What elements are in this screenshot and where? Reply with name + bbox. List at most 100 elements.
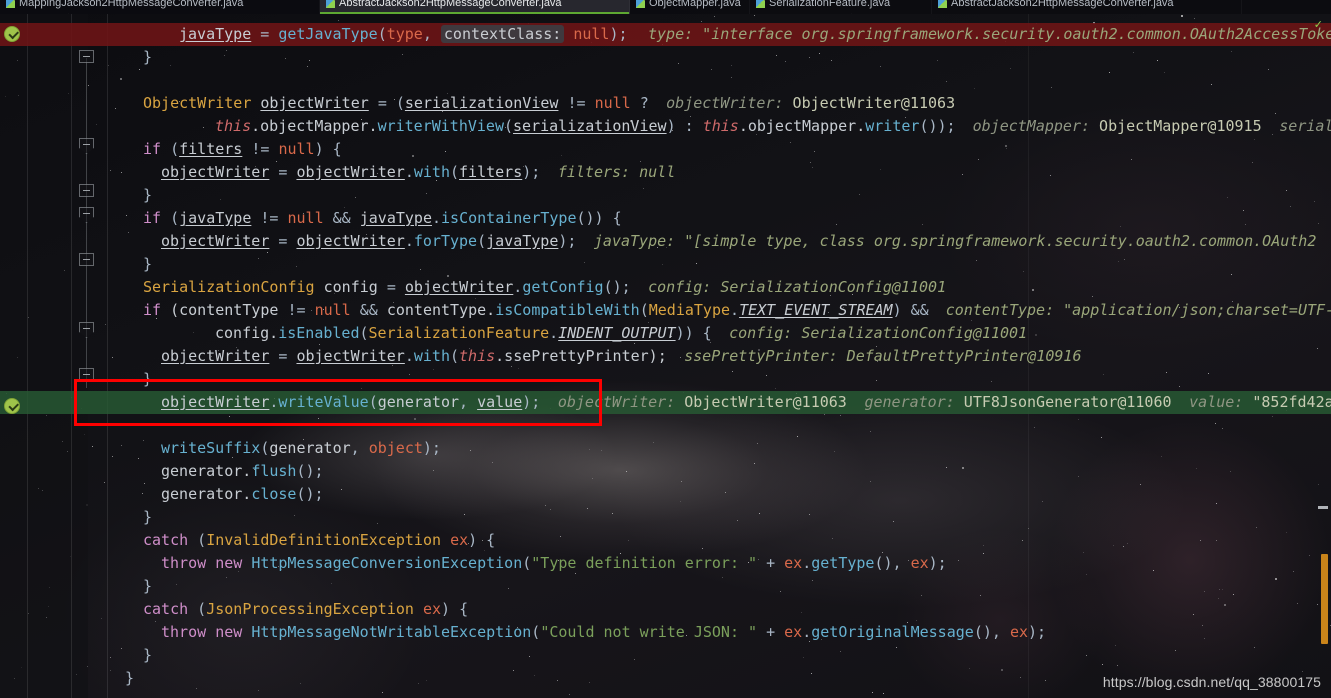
inline-debug-hint[interactable]: config: SerializationConfig@11001 (648, 276, 946, 299)
inline-debug-hint[interactable]: config: SerializationConfig@11001 (729, 322, 1027, 345)
code-line[interactable]: if (contentType != null && contentType.i… (0, 299, 1331, 322)
code-line[interactable]: } (0, 506, 1331, 529)
code-token: } (125, 669, 135, 687)
code-token: if (143, 209, 162, 227)
code-line[interactable]: objectWriter = objectWriter.forType(java… (0, 230, 1331, 253)
inline-hint-value: null (630, 163, 676, 181)
code-token: . (404, 347, 414, 365)
code-line[interactable]: objectWriter.writeValue(generator, value… (0, 391, 1331, 414)
code-line-text: catch (JsonProcessingException ex) { (143, 598, 468, 621)
editor-tab-3[interactable]: SerializationFeature.java (750, 0, 932, 14)
code-line[interactable]: } (0, 253, 1331, 276)
verified-breakpoint-check-icon[interactable] (4, 26, 20, 42)
code-line[interactable]: throw new HttpMessageNotWritableExceptio… (0, 621, 1331, 644)
code-fold-marker-icon[interactable] (79, 184, 94, 197)
code-line[interactable]: this.objectMapper.writerWithView(seriali… (0, 115, 1331, 138)
code-token: serializationView (513, 117, 667, 135)
code-line[interactable]: SerializationConfig config = objectWrite… (0, 276, 1331, 299)
inline-debug-hint[interactable]: objectMapper: ObjectMapper@10915 (973, 115, 1262, 138)
inline-hint-value: "interface org.springframework.security.… (693, 25, 1331, 43)
code-line[interactable]: } (0, 184, 1331, 207)
code-fold-marker-icon[interactable] (79, 368, 94, 381)
code-token: . (404, 163, 414, 181)
code-token: ( (531, 623, 541, 641)
inline-debug-hint[interactable]: type: "interface org.springframework.sec… (648, 23, 1331, 46)
code-token: ex (784, 554, 803, 572)
code-token: generator. (161, 485, 252, 503)
code-token: new (215, 623, 243, 641)
code-line[interactable]: config.isEnabled(SerializationFeature.IN… (0, 322, 1331, 345)
editor-tab-1[interactable]: AbstractJackson2HttpMessageConverter.jav… (320, 0, 630, 14)
code-line[interactable] (0, 69, 1331, 92)
code-token: writeValue (278, 393, 369, 411)
code-token: && (359, 301, 378, 319)
code-line[interactable]: } (0, 575, 1331, 598)
code-line[interactable]: writeSuffix(generator, object); (0, 437, 1331, 460)
code-token: filters (179, 140, 243, 158)
verified-breakpoint-check-icon[interactable] (4, 398, 20, 414)
code-token: ( (377, 25, 387, 43)
code-line[interactable]: if (filters != null) { (0, 138, 1331, 161)
code-line[interactable]: ObjectWriter objectWriter = (serializati… (0, 92, 1331, 115)
inline-debug-hint[interactable]: generator: UTF8JsonGenerator@11060 (864, 391, 1171, 414)
editor-tab-4[interactable]: AbstractJackson2HttpMessageConverter.jav… (932, 0, 1242, 14)
code-line[interactable]: } (0, 368, 1331, 391)
editor-tab-2[interactable]: ObjectMapper.java (630, 0, 750, 14)
code-token: javaType (486, 232, 559, 250)
error-stripe-mark[interactable] (1318, 506, 1328, 509)
code-token: objectWriter (296, 163, 405, 181)
code-line[interactable]: if (javaType != null && javaType.isConta… (0, 207, 1331, 230)
inspection-status-icon[interactable]: ✓ (1314, 18, 1323, 31)
code-line[interactable]: generator.close(); (0, 483, 1331, 506)
editor-tab-0[interactable]: MappingJackson2HttpMessageConverter.java (0, 0, 320, 14)
code-token: config. (215, 324, 279, 342)
inline-debug-hint[interactable]: filters: null (558, 161, 675, 184)
code-line[interactable] (0, 414, 1331, 437)
inline-debug-hint[interactable]: objectWriter: ObjectWriter@11063 (558, 391, 847, 414)
code-fold-marker-icon[interactable] (79, 50, 94, 63)
code-line[interactable]: javaType = getJavaType(type, contextClas… (0, 23, 1331, 46)
code-token: config (314, 278, 387, 296)
vertical-scroll-thumb[interactable] (1321, 554, 1328, 644)
code-line[interactable]: catch (InvalidDefinitionException ex) { (0, 529, 1331, 552)
code-line[interactable]: } (0, 644, 1331, 667)
code-line[interactable]: objectWriter = objectWriter.with(this.ss… (0, 345, 1331, 368)
inline-debug-hint[interactable]: value: "852fd42a-1 (1189, 391, 1331, 414)
code-line[interactable]: } (0, 46, 1331, 69)
inline-hint-label: value: (1189, 393, 1244, 411)
inline-debug-hint[interactable]: contentType: "application/json;charset=U… (946, 299, 1331, 322)
code-token: (); (603, 278, 631, 296)
code-line[interactable]: generator.flush(); (0, 460, 1331, 483)
editor-tab-label: AbstractJackson2HttpMessageConverter.jav… (951, 0, 1174, 9)
code-line-text: } (143, 253, 152, 276)
editor-tab-bar[interactable]: MappingJackson2HttpMessageConverter.java… (0, 0, 1331, 14)
inline-debug-hint[interactable]: ssePrettyPrinter: DefaultPrettyPrinter@1… (684, 345, 1081, 368)
inline-hint-label: objectWriter: (557, 393, 676, 411)
code-token: TEXT_EVENT_STREAM (739, 301, 893, 319)
code-token: (contentType (161, 301, 288, 319)
code-line[interactable]: catch (JsonProcessingException ex) { (0, 598, 1331, 621)
inline-hint-value: ObjectWriter@11063 (675, 393, 847, 411)
code-editor[interactable]: javaType = getJavaType(type, contextClas… (0, 14, 1331, 698)
inline-hint-label: config: (648, 278, 712, 296)
inline-debug-hint[interactable]: objectWriter: ObjectWriter@11063 (666, 92, 955, 115)
code-token: objectWriter (161, 163, 270, 181)
code-token: this (459, 347, 496, 365)
code-token: objectWriter (404, 278, 514, 296)
code-token: ); (1028, 623, 1047, 641)
code-fold-marker-icon[interactable] (79, 253, 94, 266)
vertical-scrollbar-track[interactable] (1318, 14, 1331, 698)
code-line[interactable]: objectWriter = objectWriter.with(filters… (0, 161, 1331, 184)
code-line[interactable]: throw new HttpMessageConversionException… (0, 552, 1331, 575)
code-token: writer (865, 117, 920, 135)
code-token: ex (784, 623, 803, 641)
code-token: ObjectWriter (143, 94, 252, 112)
inline-debug-hint[interactable]: javaType: "[simple type, class org.sprin… (594, 230, 1316, 253)
code-token: isEnabled (278, 324, 360, 342)
inline-hint-label: generator: (864, 393, 955, 411)
code-token: "Could not write JSON: " (540, 623, 758, 641)
